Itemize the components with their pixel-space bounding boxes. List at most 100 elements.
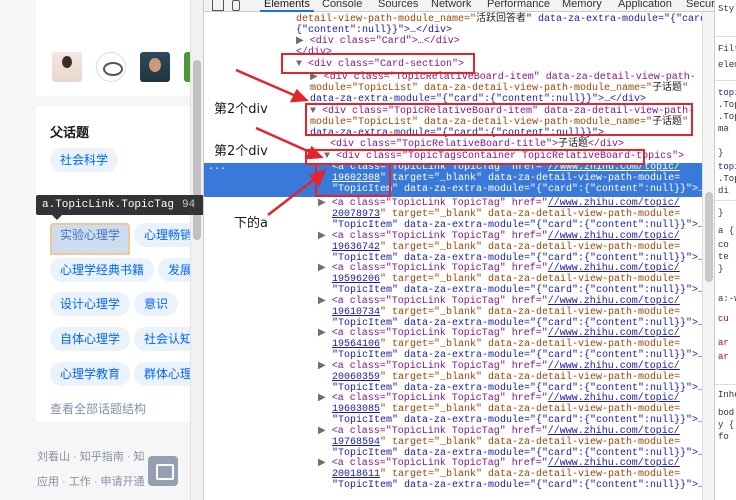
tab-network[interactable]: Network <box>431 0 471 11</box>
tab-application[interactable]: Application <box>618 0 672 11</box>
dom-link[interactable]: //www.zhihu.com/topic/ <box>548 328 680 339</box>
topic-tag[interactable]: 发展 <box>158 258 190 282</box>
dom-text: " target="_blank" data-za-detail-view-pa… <box>380 404 681 415</box>
tab-elements[interactable]: Elements <box>260 0 314 12</box>
dom-link[interactable]: //www.zhihu.com/topic/ <box>548 231 680 242</box>
dom-line[interactable]: <div class="TopicRelativeBoard-title">子话… <box>330 139 625 151</box>
inspect-icon[interactable] <box>212 0 224 11</box>
dom-text: "TopicItem" data-za-extra-module="{"card… <box>332 447 702 459</box>
dom-text: "TopicItem" data-za-extra-module="{"card… <box>332 382 702 394</box>
dom-text: "TopicItem" data-za-extra-module="{"card… <box>332 415 702 426</box>
expand-arrow-icon[interactable]: ▶ <box>318 198 332 209</box>
expand-arrow-icon[interactable]: ▶ <box>318 231 332 242</box>
expand-arrow-icon[interactable]: ▶ <box>318 263 332 274</box>
dom-link[interactable]: //www.zhihu.com/topic/ <box>548 393 680 404</box>
expand-arrow-icon[interactable]: ▶ <box>318 296 332 307</box>
expand-arrow-icon[interactable]: ▼ <box>296 59 308 70</box>
expand-arrow-icon[interactable]: ▶ <box>318 458 332 469</box>
expand-arrow-icon[interactable]: ▶ <box>296 36 310 47</box>
annotation-label: 下的a <box>234 216 268 231</box>
expand-arrow-icon[interactable]: ▶ <box>318 361 332 372</box>
expand-arrow-icon[interactable]: ▶ <box>310 72 324 83</box>
dom-text: data-za-extra-module="{"card":{"content"… <box>310 128 605 139</box>
dom-text: <div class="TopicTagsContainer TopicRela… <box>336 151 685 162</box>
style-rule-text: Styl <box>718 4 736 14</box>
expand-arrow-icon[interactable]: ▶ <box>318 328 332 339</box>
topic-tag-selected[interactable]: 实验心理学 <box>50 223 131 255</box>
dom-link[interactable]: 19602308 <box>332 173 380 184</box>
topic-tag[interactable]: 群体心理 <box>134 362 190 386</box>
dom-text: <a class="TopicLink TopicTag" href=" <box>331 295 548 307</box>
dom-link[interactable]: 19610734 <box>332 307 380 318</box>
dom-text: module="TopicList" data-za-detail-view-p… <box>310 117 653 128</box>
dom-text: </div> <box>588 139 625 150</box>
style-rule-text: topi <box>718 88 736 98</box>
devtools-panel: Elements Console Sources Network Perform… <box>203 0 736 500</box>
elements-tree[interactable]: detail-view-path-module_name="活跃回答者" dat… <box>204 12 702 500</box>
footer-links[interactable]: 应用 · 工作 · 申请开通 <box>37 473 145 489</box>
dom-text: <a class="TopicLink TopicTag" href=" <box>331 360 548 372</box>
elements-scrollbar[interactable] <box>702 12 714 500</box>
dom-link[interactable]: //www.zhihu.com/topic/ <box>548 361 680 372</box>
dom-link[interactable]: 20078973 <box>332 209 380 220</box>
page-scrollbar[interactable] <box>190 0 203 500</box>
expand-arrow-icon[interactable]: ▼ <box>324 151 336 162</box>
style-rule-text: } <box>718 208 724 218</box>
device-toggle-icon[interactable] <box>232 0 240 11</box>
footer-links[interactable]: 刘看山 · 知乎指南 · 知 <box>37 448 145 464</box>
dom-line-selected[interactable]: ... <a class="TopicLink TopicTag" href="… <box>204 162 702 197</box>
zhihu-page: 父话题 社会科学 实验心理学 心理畅销 心理学经典书籍 发展 设计心理学 意识 … <box>0 0 203 500</box>
dom-line[interactable]: </div> <box>296 47 332 59</box>
expand-arrow-icon[interactable]: ▼ <box>310 106 322 117</box>
style-rule-text: bod <box>718 408 735 418</box>
style-rule-text: elem <box>718 60 736 70</box>
tab-memory[interactable]: Memory <box>562 0 602 11</box>
dom-line[interactable]: ▼ <div class="Card-section"> <box>296 59 464 71</box>
style-rule-text: .Top <box>718 100 736 110</box>
selected-marker: ... <box>208 162 227 173</box>
dom-link[interactable]: //www.zhihu.com/topic/ <box>548 458 680 469</box>
dom-link[interactable]: //www.zhihu.com/topic/ <box>548 198 680 209</box>
scroll-thumb[interactable] <box>705 192 713 282</box>
dom-text: " target="_blank" data-za-detail-view-pa… <box>380 209 681 220</box>
dom-link[interactable]: //www.zhihu.com/topic/ <box>548 426 680 437</box>
dom-link[interactable]: 20018611 <box>332 469 380 480</box>
dom-text: <a class="TopicLink TopicTag" href=" <box>331 198 548 209</box>
tab-sources[interactable]: Sources <box>378 0 418 11</box>
view-all-topics-link[interactable]: 查看全部话题结构 <box>50 400 146 417</box>
dom-line[interactable]: data-za-extra-module="{"card":{"content"… <box>310 94 646 106</box>
dom-line: "TopicItem" data-za-extra-module="{"card… <box>332 184 702 196</box>
dom-link[interactable]: //www.zhihu.com/topic/ <box>548 263 680 274</box>
dom-text: "TopicItem" data-za-extra-module="{"card… <box>332 285 702 296</box>
dom-link[interactable]: 19596206 <box>332 274 380 285</box>
topic-tag[interactable]: 心理畅销 <box>134 223 190 247</box>
expand-arrow-icon[interactable]: ▶ <box>318 393 332 404</box>
style-rule-text: fo <box>718 432 729 442</box>
tab-performance[interactable]: Performance <box>487 0 550 11</box>
topic-tag[interactable]: 设计心理学 <box>50 292 131 316</box>
dom-link[interactable]: 20060359 <box>332 372 380 383</box>
tab-console[interactable]: Console <box>322 0 362 11</box>
dom-link[interactable]: //www.zhihu.com/topic/ <box>548 162 680 173</box>
topic-tag[interactable]: 社会认知 <box>134 327 190 351</box>
dom-text: " target="_blank" data-za-detail-view-pa… <box>380 469 681 480</box>
style-rule-text: te <box>718 252 729 262</box>
dom-text: "TopicItem" data-za-extra-module="{"card… <box>332 220 702 231</box>
dom-line[interactable]: "TopicItem" data-za-extra-module="{"card… <box>332 480 702 492</box>
dom-link[interactable]: 19603085 <box>332 404 380 415</box>
dom-text: <div class="TopicRelativeBoard-title"> <box>330 139 559 150</box>
dom-link[interactable]: 19636742 <box>332 242 380 253</box>
topic-tag[interactable]: 心理学教育 <box>50 362 131 386</box>
expand-arrow-icon[interactable]: ▶ <box>318 426 332 437</box>
dom-link[interactable]: 19564106 <box>332 339 380 350</box>
topic-tag[interactable]: 心理学经典书籍 <box>50 258 155 282</box>
topic-tag[interactable]: 社会科学 <box>50 148 119 172</box>
message-icon[interactable] <box>148 456 178 486</box>
topic-tag[interactable]: 自体心理学 <box>50 327 131 351</box>
dom-link[interactable]: 19768594 <box>332 437 380 448</box>
dom-text: " data-za-extra-module="{"card": <box>526 14 702 25</box>
topic-tag[interactable]: 意识 <box>134 292 179 316</box>
dom-text: "TopicItem" data-za-extra-module="{"card… <box>332 350 702 361</box>
dom-link[interactable]: //www.zhihu.com/topic/ <box>548 296 680 307</box>
style-rule-text: .Top <box>718 174 736 184</box>
